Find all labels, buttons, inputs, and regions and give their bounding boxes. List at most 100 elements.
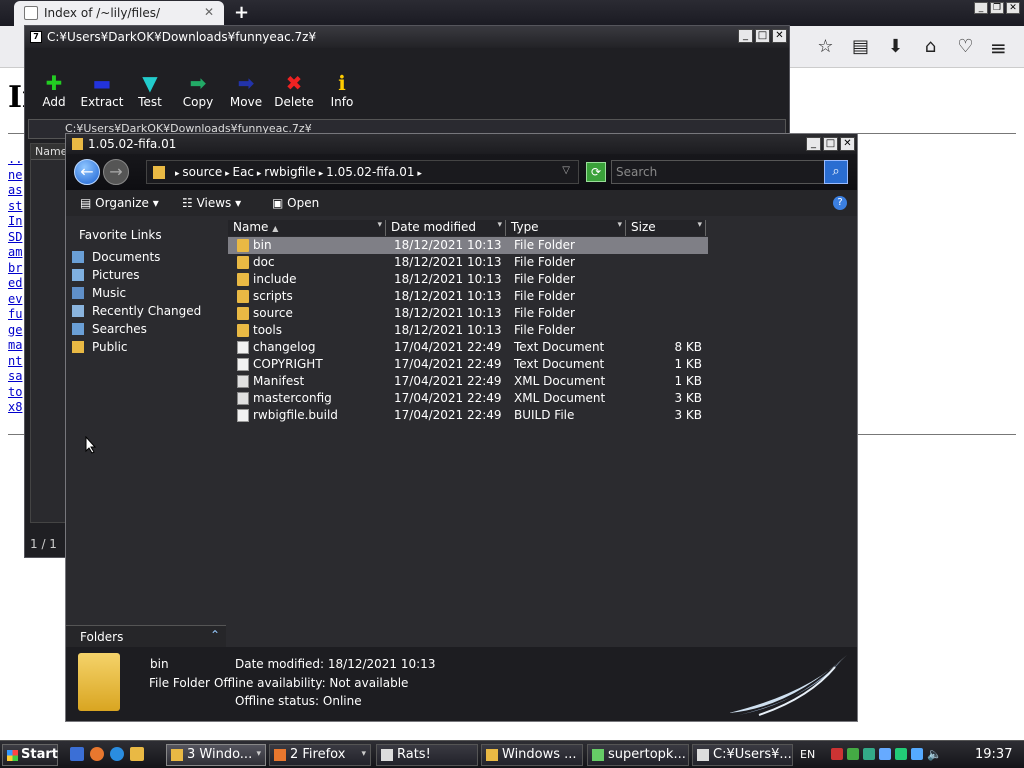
taskbar-button[interactable]: 3 Windo... ▾ (166, 744, 266, 766)
breadcrumb-item[interactable]: Eac (233, 165, 255, 179)
chevron-down-icon[interactable]: ▾ (256, 749, 261, 759)
close-button[interactable]: ✕ (772, 29, 787, 43)
favorite-searches[interactable]: Searches (72, 322, 147, 336)
tray-app-icon[interactable] (863, 748, 876, 760)
maximize-button[interactable]: □ (823, 137, 838, 151)
breadcrumb-separator-icon[interactable]: ▸ (222, 169, 232, 179)
file-row[interactable]: bin 18/12/2021 10:13 File Folder (228, 237, 708, 254)
language-indicator[interactable]: EN (800, 748, 815, 761)
restore-button[interactable]: ❐ (990, 2, 1004, 14)
taskbar-button[interactable]: C:¥Users¥... (692, 744, 793, 766)
favorite-pictures[interactable]: Pictures (72, 268, 140, 282)
breadcrumb-item[interactable]: rwbigfile (264, 165, 316, 179)
directory-link[interactable]: In (8, 214, 22, 230)
directory-link[interactable]: .. (8, 152, 22, 168)
file-row[interactable]: include 18/12/2021 10:13 File Folder (228, 271, 708, 288)
breadcrumb-separator-icon[interactable]: ▸ (254, 169, 264, 179)
info-button[interactable]: ℹ Info (318, 71, 366, 109)
back-button[interactable]: ← (74, 159, 100, 185)
file-row[interactable]: changelog 17/04/2021 22:49 Text Document 8 … (228, 339, 708, 356)
open-button[interactable]: ▣ Open (272, 196, 319, 210)
show-desktop-icon[interactable] (70, 747, 84, 761)
directory-link[interactable]: fu (8, 307, 22, 323)
favorite-recently-changed[interactable]: Recently Changed (72, 304, 201, 318)
directory-link[interactable]: ge (8, 323, 22, 339)
taskbar-button[interactable]: supertopk... (587, 744, 689, 766)
volume-icon[interactable]: 🔈 (927, 747, 942, 761)
favorite-music[interactable]: Music (72, 286, 126, 300)
directory-link[interactable]: x8 (8, 400, 22, 416)
directory-link[interactable]: sa (8, 369, 22, 385)
directory-link[interactable]: st (8, 199, 22, 215)
explorer-icon[interactable] (130, 747, 144, 761)
directory-link[interactable]: to (8, 385, 22, 401)
organize-button[interactable]: ▤ Organize ▾ (80, 196, 159, 210)
taskbar-button[interactable]: Rats! (376, 744, 478, 766)
copy-button[interactable]: ➡ Copy (174, 71, 222, 109)
breadcrumb[interactable]: ▸ source ▸ Eac ▸ rwbigfile ▸ 1.05.02-fif… (146, 160, 579, 184)
chevron-down-icon[interactable]: ▾ (361, 749, 366, 759)
taskbar-button[interactable]: Windows ... (481, 744, 583, 766)
directory-link[interactable]: ma (8, 338, 22, 354)
file-row[interactable]: source 18/12/2021 10:13 File Folder (228, 305, 708, 322)
directory-link[interactable]: ev (8, 292, 22, 308)
breadcrumb-item[interactable]: 1.05.02-fifa.01 (326, 165, 414, 179)
test-button[interactable]: ▼ Test (126, 71, 174, 109)
close-button[interactable]: ✕ (1006, 2, 1020, 14)
directory-link[interactable]: as (8, 183, 22, 199)
ie-icon[interactable] (110, 747, 124, 761)
security-icon[interactable] (831, 748, 844, 760)
directory-link[interactable]: nt (8, 354, 22, 370)
search-icon[interactable]: ⌕ (824, 160, 848, 184)
network-icon[interactable] (911, 748, 924, 760)
favorite-documents[interactable]: Documents (72, 250, 160, 264)
delete-button[interactable]: ✖ Delete (270, 71, 318, 109)
chevron-down-icon[interactable]: ▽ (562, 165, 570, 176)
refresh-button[interactable]: ⟳ (586, 162, 606, 182)
file-row[interactable]: masterconfig 17/04/2021 22:49 XML Document… (228, 390, 708, 407)
file-row[interactable]: COPYRIGHT 17/04/2021 22:49 Text Document 1 … (228, 356, 708, 373)
pocket-icon[interactable]: ♡ (948, 36, 983, 57)
reader-view-icon[interactable]: ▤ (843, 36, 878, 57)
home-icon[interactable]: ⌂ (913, 36, 948, 57)
search-input[interactable]: Search (611, 160, 825, 184)
favorite-public[interactable]: Public (72, 340, 128, 354)
maximize-button[interactable]: □ (755, 29, 770, 43)
breadcrumb-item[interactable]: source (182, 165, 222, 179)
column-name[interactable]: Name ▲ ▾ (228, 220, 386, 236)
file-row[interactable]: Manifest 17/04/2021 22:49 XML Document 1 KB (228, 373, 708, 390)
directory-link[interactable]: SD (8, 230, 22, 246)
start-button[interactable]: Start (2, 744, 58, 766)
directory-link[interactable]: ed (8, 276, 22, 292)
directory-link[interactable]: br (8, 261, 22, 277)
browser-tab[interactable]: Index of /~lily/files/ ✕ (14, 1, 224, 26)
7zip-file-list[interactable]: Name (30, 143, 67, 523)
file-row[interactable]: tools 18/12/2021 10:13 File Folder (228, 322, 708, 339)
minimize-button[interactable]: _ (974, 2, 988, 14)
move-button[interactable]: ➡ Move (222, 71, 270, 109)
folders-toggle[interactable]: Folders ⌃ (66, 625, 226, 647)
bookmark-star-icon[interactable]: ☆ (808, 36, 843, 57)
file-row[interactable]: doc 18/12/2021 10:13 File Folder (228, 254, 708, 271)
minimize-button[interactable]: _ (806, 137, 821, 151)
new-tab-button[interactable]: + (234, 2, 249, 23)
firefox-icon[interactable] (90, 747, 104, 761)
extract-button[interactable]: ▬ Extract (78, 71, 126, 109)
directory-link[interactable]: am (8, 245, 22, 261)
column-type[interactable]: Type ▾ (506, 220, 626, 236)
tray-app-icon[interactable] (895, 748, 908, 760)
add-button[interactable]: ✚ Add (30, 71, 78, 109)
breadcrumb-separator-icon[interactable]: ▸ (316, 169, 326, 179)
close-tab-icon[interactable]: ✕ (204, 5, 214, 19)
column-date-modified[interactable]: Date modified ▾ (386, 220, 506, 236)
directory-link[interactable]: ne (8, 168, 22, 184)
views-button[interactable]: ☷ Views ▾ (182, 196, 241, 210)
taskbar-button[interactable]: 2 Firefox ▾ (269, 744, 371, 766)
file-row[interactable]: rwbigfile.build 17/04/2021 22:49 BUILD Fil… (228, 407, 708, 424)
clock[interactable]: 19:37 (975, 747, 1012, 762)
tray-app-icon[interactable] (847, 748, 860, 760)
breadcrumb-separator-icon[interactable]: ▸ (415, 169, 422, 179)
download-icon[interactable]: ⬇ (878, 36, 913, 57)
column-size[interactable]: Size ▾ (626, 220, 706, 236)
hamburger-menu-icon[interactable]: ≡ (990, 36, 1007, 60)
